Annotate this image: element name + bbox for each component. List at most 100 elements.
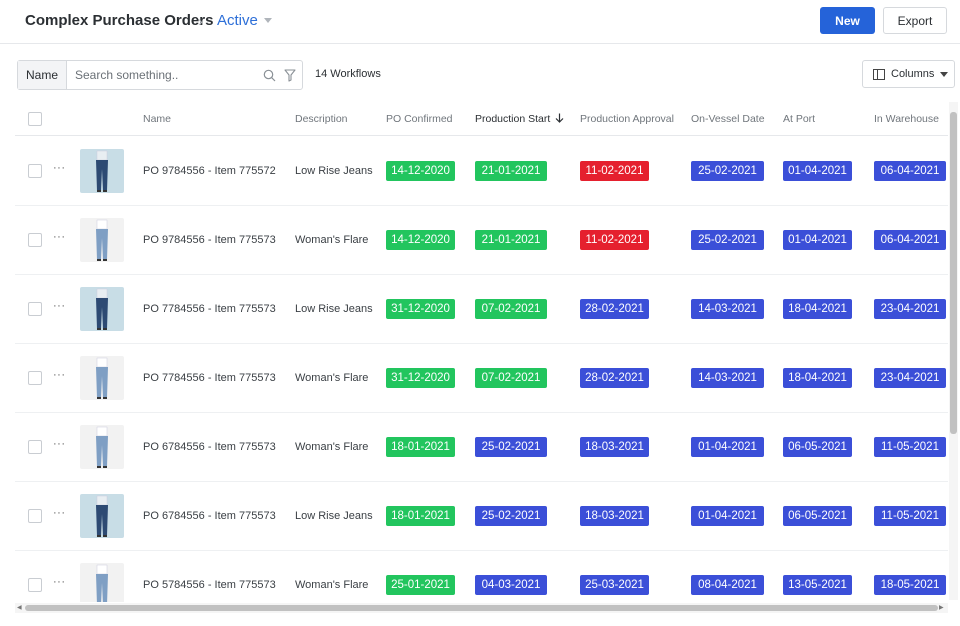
filter-icon[interactable]	[284, 69, 296, 82]
in-warehouse-badge[interactable]: 23-04-2021	[874, 368, 946, 388]
po-confirmed-badge[interactable]: 14-12-2020	[386, 161, 455, 181]
production-approval-badge[interactable]: 18-03-2021	[580, 506, 649, 526]
table-row[interactable]: ··· PO 9784556 - Item 775573 Woman's Flare…	[15, 206, 948, 275]
column-header-description[interactable]: Description	[295, 113, 348, 125]
arrow-down-icon	[555, 113, 564, 123]
column-header-production-approval[interactable]: Production Approval	[580, 113, 674, 125]
scroll-left-icon[interactable]: ◀	[17, 604, 22, 611]
more-options-icon[interactable]: ···	[53, 231, 66, 243]
export-button[interactable]: Export	[883, 7, 947, 34]
on-vessel-date-badge[interactable]: 08-04-2021	[691, 575, 764, 595]
horizontal-scrollbar[interactable]: ◀ ▶	[15, 603, 948, 613]
cell-name[interactable]: PO 9784556 - Item 775573	[143, 234, 276, 246]
more-options-icon[interactable]: ···	[53, 507, 66, 519]
production-approval-badge[interactable]: 25-03-2021	[580, 575, 649, 595]
production-approval-badge[interactable]: 28-02-2021	[580, 368, 649, 388]
po-confirmed-badge[interactable]: 18-01-2021	[386, 506, 455, 526]
po-confirmed-badge[interactable]: 18-01-2021	[386, 437, 455, 457]
chevron-down-icon[interactable]	[264, 18, 272, 23]
row-checkbox[interactable]	[28, 164, 42, 178]
in-warehouse-badge[interactable]: 06-04-2021	[874, 161, 946, 181]
product-thumbnail	[80, 218, 124, 262]
production-start-badge[interactable]: 25-02-2021	[475, 506, 547, 526]
column-header-name[interactable]: Name	[143, 113, 171, 125]
vertical-scrollbar-thumb[interactable]	[950, 112, 957, 434]
cell-description: Woman's Flare	[295, 441, 369, 453]
more-options-icon[interactable]: ···	[53, 300, 66, 312]
on-vessel-date-badge[interactable]: 14-03-2021	[691, 368, 764, 388]
production-start-badge[interactable]: 25-02-2021	[475, 437, 547, 457]
production-start-badge[interactable]: 04-03-2021	[475, 575, 547, 595]
po-confirmed-badge[interactable]: 25-01-2021	[386, 575, 455, 595]
cell-name[interactable]: PO 5784556 - Item 775573	[143, 579, 276, 591]
column-header-production-start-label: Production Start	[475, 113, 551, 125]
row-checkbox[interactable]	[28, 440, 42, 454]
view-selector[interactable]: Active	[217, 12, 258, 29]
po-confirmed-badge[interactable]: 31-12-2020	[386, 368, 455, 388]
at-port-badge[interactable]: 06-05-2021	[783, 506, 852, 526]
at-port-badge[interactable]: 06-05-2021	[783, 437, 852, 457]
at-port-badge[interactable]: 13-05-2021	[783, 575, 852, 595]
horizontal-scrollbar-thumb[interactable]	[25, 605, 938, 611]
production-approval-badge[interactable]: 18-03-2021	[580, 437, 649, 457]
po-confirmed-badge[interactable]: 14-12-2020	[386, 230, 455, 250]
on-vessel-date-badge[interactable]: 25-02-2021	[691, 230, 764, 250]
on-vessel-date-badge[interactable]: 14-03-2021	[691, 299, 764, 319]
row-checkbox[interactable]	[28, 302, 42, 316]
cell-name[interactable]: PO 6784556 - Item 775573	[143, 510, 276, 522]
table-row[interactable]: ··· PO 6784556 - Item 775573 Low Rise Jean…	[15, 482, 948, 551]
production-start-badge[interactable]: 07-02-2021	[475, 299, 547, 319]
in-warehouse-badge[interactable]: 11-05-2021	[874, 506, 946, 526]
at-port-badge[interactable]: 01-04-2021	[783, 230, 852, 250]
page-header: Complex Purchase Orders › Active New Exp…	[0, 0, 960, 44]
more-options-icon[interactable]: ···	[53, 576, 66, 588]
column-header-production-start[interactable]: Production Start	[475, 113, 564, 125]
table-row[interactable]: ··· PO 6784556 - Item 775573 Woman's Flare…	[15, 413, 948, 482]
table-row[interactable]: ··· PO 5784556 - Item 775573 Woman's Flare…	[15, 551, 948, 602]
table-row[interactable]: ··· PO 7784556 - Item 775573 Woman's Flare…	[15, 344, 948, 413]
more-options-icon[interactable]: ···	[53, 369, 66, 381]
vertical-scrollbar[interactable]	[949, 102, 958, 600]
row-checkbox[interactable]	[28, 509, 42, 523]
on-vessel-date-badge[interactable]: 01-04-2021	[691, 506, 764, 526]
more-options-icon[interactable]: ···	[53, 162, 66, 174]
in-warehouse-badge[interactable]: 23-04-2021	[874, 299, 946, 319]
columns-button[interactable]: Columns	[862, 60, 955, 88]
scroll-right-icon[interactable]: ▶	[939, 604, 944, 611]
new-button[interactable]: New	[820, 7, 875, 34]
in-warehouse-badge[interactable]: 06-04-2021	[874, 230, 946, 250]
search-icon[interactable]	[263, 69, 276, 82]
product-thumbnail	[80, 425, 124, 469]
po-confirmed-badge[interactable]: 31-12-2020	[386, 299, 455, 319]
more-options-icon[interactable]: ···	[53, 438, 66, 450]
table-row[interactable]: ··· PO 7784556 - Item 775573 Low Rise Jean…	[15, 275, 948, 344]
cell-name[interactable]: PO 9784556 - Item 775572	[143, 165, 276, 177]
on-vessel-date-badge[interactable]: 01-04-2021	[691, 437, 764, 457]
row-checkbox[interactable]	[28, 371, 42, 385]
production-start-badge[interactable]: 07-02-2021	[475, 368, 547, 388]
production-approval-badge[interactable]: 11-02-2021	[580, 161, 649, 181]
at-port-badge[interactable]: 18-04-2021	[783, 299, 852, 319]
production-approval-badge[interactable]: 28-02-2021	[580, 299, 649, 319]
column-header-at-port[interactable]: At Port	[783, 113, 815, 125]
select-all-checkbox[interactable]	[28, 112, 42, 126]
at-port-badge[interactable]: 01-04-2021	[783, 161, 852, 181]
production-start-badge[interactable]: 21-01-2021	[475, 161, 547, 181]
cell-name[interactable]: PO 7784556 - Item 775573	[143, 303, 276, 315]
table-row[interactable]: ··· PO 9784556 - Item 775572 Low Rise Jean…	[15, 137, 948, 206]
cell-name[interactable]: PO 6784556 - Item 775573	[143, 441, 276, 453]
row-checkbox[interactable]	[28, 233, 42, 247]
on-vessel-date-badge[interactable]: 25-02-2021	[691, 161, 764, 181]
in-warehouse-badge[interactable]: 11-05-2021	[874, 437, 946, 457]
breadcrumb-separator: ›	[198, 13, 203, 29]
column-header-po-confirmed[interactable]: PO Confirmed	[386, 113, 453, 125]
production-start-badge[interactable]: 21-01-2021	[475, 230, 547, 250]
at-port-badge[interactable]: 18-04-2021	[783, 368, 852, 388]
cell-name[interactable]: PO 7784556 - Item 775573	[143, 372, 276, 384]
in-warehouse-badge[interactable]: 18-05-2021	[874, 575, 946, 595]
column-header-in-warehouse[interactable]: In Warehouse	[874, 113, 939, 125]
production-approval-badge[interactable]: 11-02-2021	[580, 230, 649, 250]
row-checkbox[interactable]	[28, 578, 42, 592]
filter-field-selector[interactable]: Name	[18, 61, 67, 89]
column-header-on-vessel-date[interactable]: On-Vessel Date	[691, 113, 765, 125]
